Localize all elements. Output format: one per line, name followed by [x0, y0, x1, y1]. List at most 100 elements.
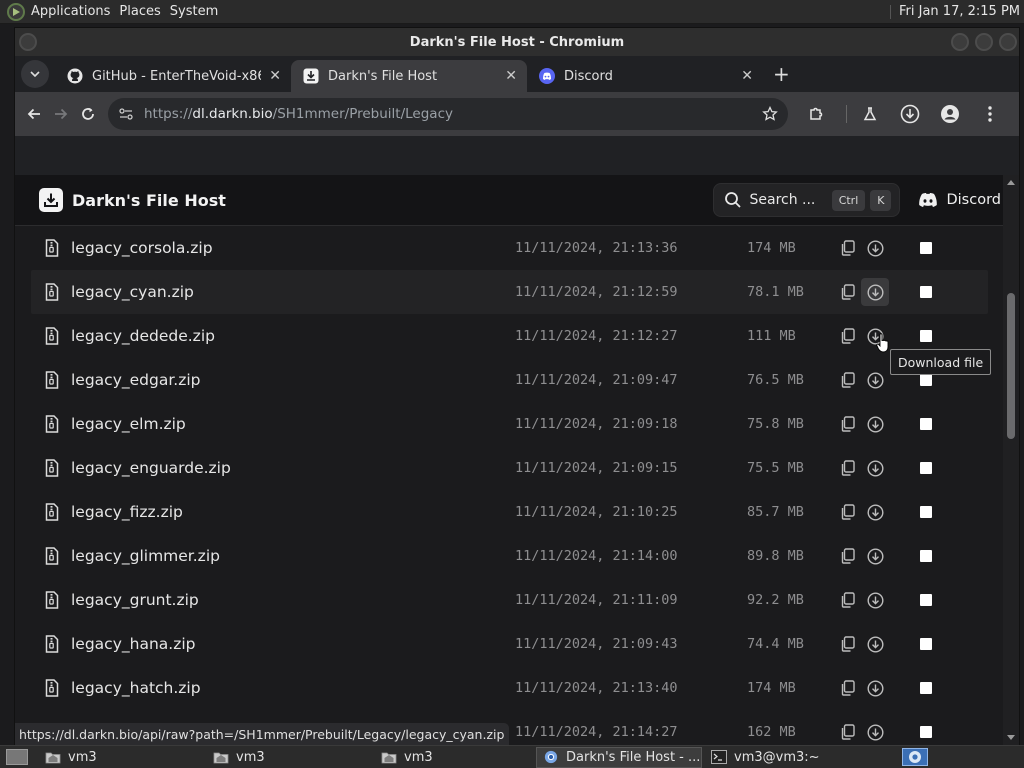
window-titlebar[interactable]: Darkn's File Host - Chromium: [15, 28, 1019, 56]
select-checkbox[interactable]: [920, 506, 932, 518]
labs-button[interactable]: [855, 99, 885, 129]
table-row[interactable]: legacy_corsola.zip 11/11/2024, 21:13:36 17…: [31, 226, 988, 270]
download-file-button[interactable]: [861, 498, 889, 526]
file-name[interactable]: legacy_glimmer.zip: [71, 547, 220, 565]
table-row[interactable]: legacy_hatch.zip 11/11/2024, 21:13:40 174 …: [31, 666, 988, 710]
taskbar-item[interactable]: vm3: [38, 747, 204, 768]
tab-discord[interactable]: Discord ✕: [527, 60, 763, 92]
page-scrollbar[interactable]: [1003, 175, 1019, 745]
download-file-button[interactable]: [861, 410, 889, 438]
tray-app-icon[interactable]: [902, 748, 928, 766]
taskbar-item[interactable]: vm3: [206, 747, 372, 768]
file-name[interactable]: legacy_enguarde.zip: [71, 459, 231, 477]
show-desktop-button[interactable]: [6, 749, 28, 765]
copy-link-button[interactable]: [837, 282, 857, 302]
taskbar-item[interactable]: Darkn's File Host - ...: [536, 746, 702, 768]
file-name[interactable]: legacy_dedede.zip: [71, 327, 215, 345]
table-row[interactable]: legacy_fizz.zip 11/11/2024, 21:10:25 85.7 …: [31, 490, 988, 534]
select-checkbox[interactable]: [920, 550, 932, 562]
site-logo-icon[interactable]: [39, 188, 63, 212]
search-button[interactable]: Search ... Ctrl K: [713, 183, 901, 217]
select-checkbox[interactable]: [920, 594, 932, 606]
discord-link[interactable]: Discord: [918, 192, 1001, 208]
downloads-button[interactable]: [895, 99, 925, 129]
copy-link-button[interactable]: [837, 590, 857, 610]
copy-link-button[interactable]: [837, 326, 857, 346]
scrollbar-thumb[interactable]: [1007, 293, 1015, 439]
window-menu-button[interactable]: [19, 33, 37, 51]
extensions-button[interactable]: [802, 99, 832, 129]
select-checkbox[interactable]: [920, 682, 932, 694]
copy-link-button[interactable]: [837, 238, 857, 258]
download-file-button[interactable]: [861, 718, 889, 745]
file-name[interactable]: legacy_elm.zip: [71, 415, 186, 433]
table-row[interactable]: legacy_glimmer.zip 11/11/2024, 21:14:00 89…: [31, 534, 988, 578]
tab-close-icon[interactable]: ✕: [741, 68, 753, 84]
select-checkbox[interactable]: [920, 286, 932, 298]
menu-places[interactable]: Places: [119, 4, 169, 19]
select-checkbox[interactable]: [920, 330, 932, 342]
table-row[interactable]: legacy_elm.zip 11/11/2024, 21:09:18 75.8 M…: [31, 402, 988, 446]
copy-link-button[interactable]: [837, 502, 857, 522]
file-name[interactable]: legacy_corsola.zip: [71, 239, 213, 257]
menu-applications[interactable]: Applications: [31, 4, 119, 19]
site-title[interactable]: Darkn's File Host: [72, 191, 226, 210]
clock[interactable]: Fri Jan 17, 2:15 PM: [890, 4, 1024, 19]
copy-link-button[interactable]: [837, 546, 857, 566]
minimize-button[interactable]: [951, 33, 969, 51]
scroll-up-arrow-icon[interactable]: [1007, 180, 1015, 185]
copy-link-button[interactable]: [837, 458, 857, 478]
select-checkbox[interactable]: [920, 242, 932, 254]
download-file-button[interactable]: [861, 542, 889, 570]
site-settings-icon[interactable]: [118, 106, 134, 122]
download-file-button[interactable]: [861, 454, 889, 482]
copy-link-button[interactable]: [837, 414, 857, 434]
copy-link-button[interactable]: [837, 634, 857, 654]
file-name[interactable]: legacy_fizz.zip: [71, 503, 183, 521]
os-menu-logo-icon[interactable]: [7, 2, 25, 21]
download-file-button[interactable]: [861, 586, 889, 614]
select-checkbox[interactable]: [920, 726, 932, 738]
select-checkbox[interactable]: [920, 462, 932, 474]
select-checkbox[interactable]: [920, 418, 932, 430]
taskbar-item[interactable]: vm3: [374, 747, 534, 768]
maximize-button[interactable]: [975, 33, 993, 51]
download-file-button[interactable]: [861, 674, 889, 702]
scroll-down-arrow-icon[interactable]: [1007, 735, 1015, 740]
select-checkbox[interactable]: [920, 638, 932, 650]
new-tab-plus-icon[interactable]: +: [773, 62, 790, 86]
table-row[interactable]: legacy_grunt.zip 11/11/2024, 21:11:09 92.2…: [31, 578, 988, 622]
table-row[interactable]: legacy_enguarde.zip 11/11/2024, 21:09:15 7…: [31, 446, 988, 490]
menu-system[interactable]: System: [170, 4, 227, 19]
tab-close-icon[interactable]: ✕: [269, 68, 281, 84]
file-name[interactable]: legacy_grunt.zip: [71, 591, 199, 609]
table-row[interactable]: legacy_dedede.zip 11/11/2024, 21:12:27 111…: [31, 314, 988, 358]
reload-button[interactable]: [77, 99, 98, 129]
forward-button[interactable]: [50, 99, 71, 129]
copy-link-button[interactable]: [837, 722, 857, 742]
download-file-button[interactable]: [861, 278, 889, 306]
table-row[interactable]: legacy_hana.zip 11/11/2024, 21:09:43 74.4 …: [31, 622, 988, 666]
select-checkbox[interactable]: [920, 374, 932, 386]
file-name[interactable]: legacy_hatch.zip: [71, 679, 201, 697]
table-row[interactable]: legacy_edgar.zip 11/11/2024, 21:09:47 76.5…: [31, 358, 988, 402]
file-name[interactable]: legacy_hana.zip: [71, 635, 195, 653]
profile-button[interactable]: [935, 99, 965, 129]
close-window-button[interactable]: [999, 33, 1017, 51]
address-bar[interactable]: https://dl.darkn.bio/SH1mmer/Prebuilt/Le…: [108, 98, 788, 130]
tab-github[interactable]: GitHub - EnterTheVoid-x86/ ✕: [55, 60, 291, 92]
copy-link-button[interactable]: [837, 678, 857, 698]
download-file-button[interactable]: [861, 630, 889, 658]
file-name[interactable]: legacy_edgar.zip: [71, 371, 201, 389]
table-row[interactable]: legacy_cyan.zip 11/11/2024, 21:12:59 78.1 …: [31, 270, 988, 314]
copy-link-button[interactable]: [837, 370, 857, 390]
star-bookmark-icon[interactable]: [762, 106, 778, 122]
download-file-button[interactable]: [861, 366, 889, 394]
browser-menu-button[interactable]: [975, 99, 1005, 129]
back-button[interactable]: [23, 99, 44, 129]
tab-search-button[interactable]: [21, 60, 49, 88]
file-name[interactable]: legacy_cyan.zip: [71, 283, 194, 301]
taskbar-item[interactable]: vm3@vm3:~: [704, 747, 884, 768]
download-file-button[interactable]: [861, 234, 889, 262]
tab-close-icon[interactable]: ✕: [505, 68, 517, 84]
